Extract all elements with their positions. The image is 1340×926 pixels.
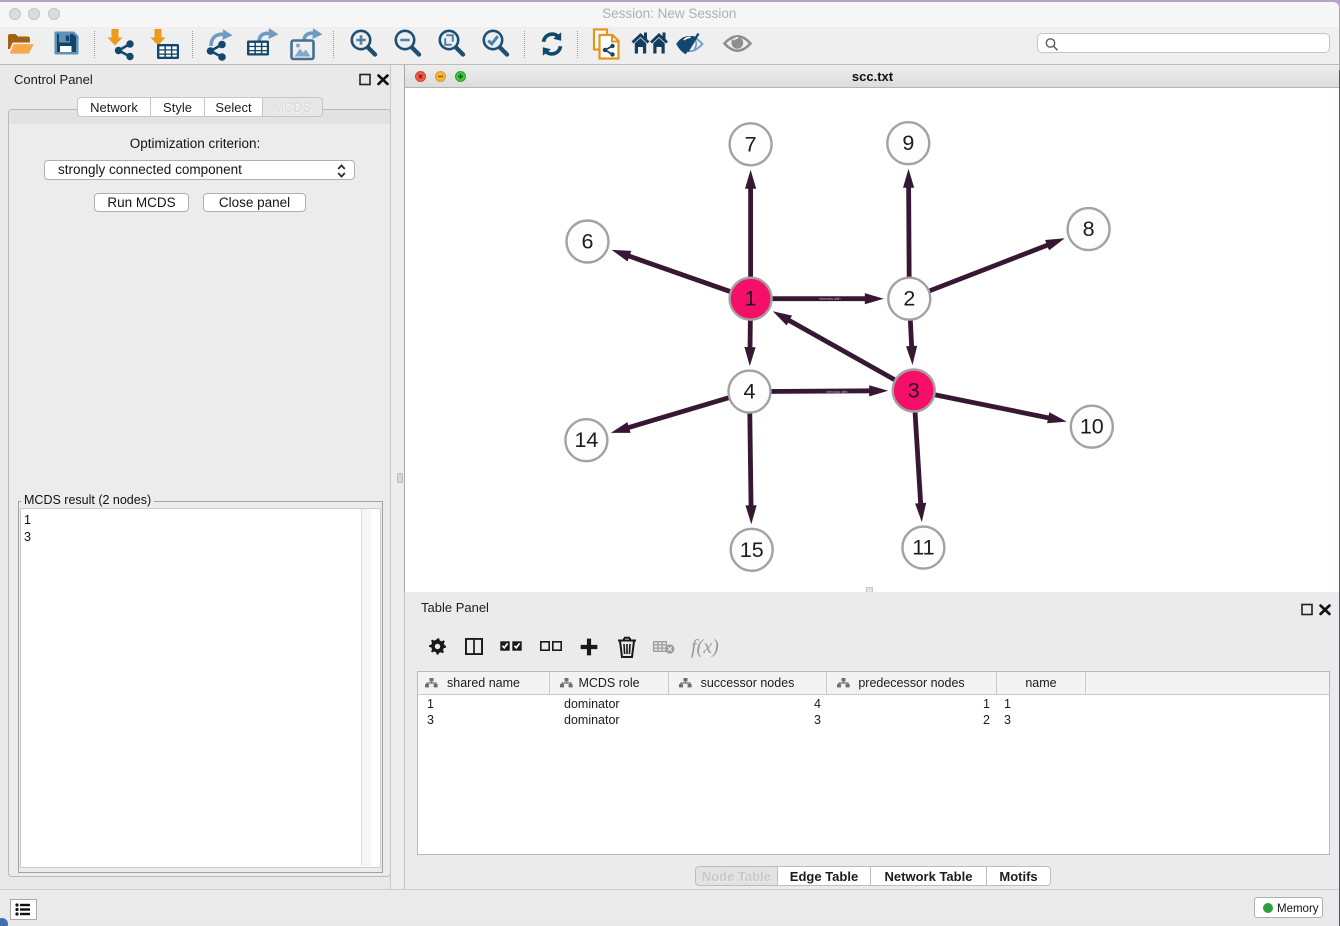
svg-text:4: 4	[744, 380, 756, 404]
svg-text:interacts with: interacts with	[820, 297, 841, 301]
svg-text:15: 15	[740, 538, 764, 562]
svg-text:6: 6	[582, 230, 594, 254]
svg-text:8: 8	[1083, 217, 1095, 241]
svg-text:3: 3	[908, 379, 920, 403]
svg-text:11: 11	[912, 536, 934, 560]
svg-text:f(x): f(x)	[691, 636, 719, 658]
svg-text:1: 1	[745, 287, 757, 311]
svg-text:10: 10	[1080, 415, 1104, 439]
svg-text:interacts with: interacts with	[827, 390, 848, 394]
svg-text:9: 9	[902, 131, 914, 155]
svg-text:2: 2	[903, 287, 915, 311]
svg-text:14: 14	[574, 428, 598, 452]
svg-text:7: 7	[745, 132, 757, 156]
